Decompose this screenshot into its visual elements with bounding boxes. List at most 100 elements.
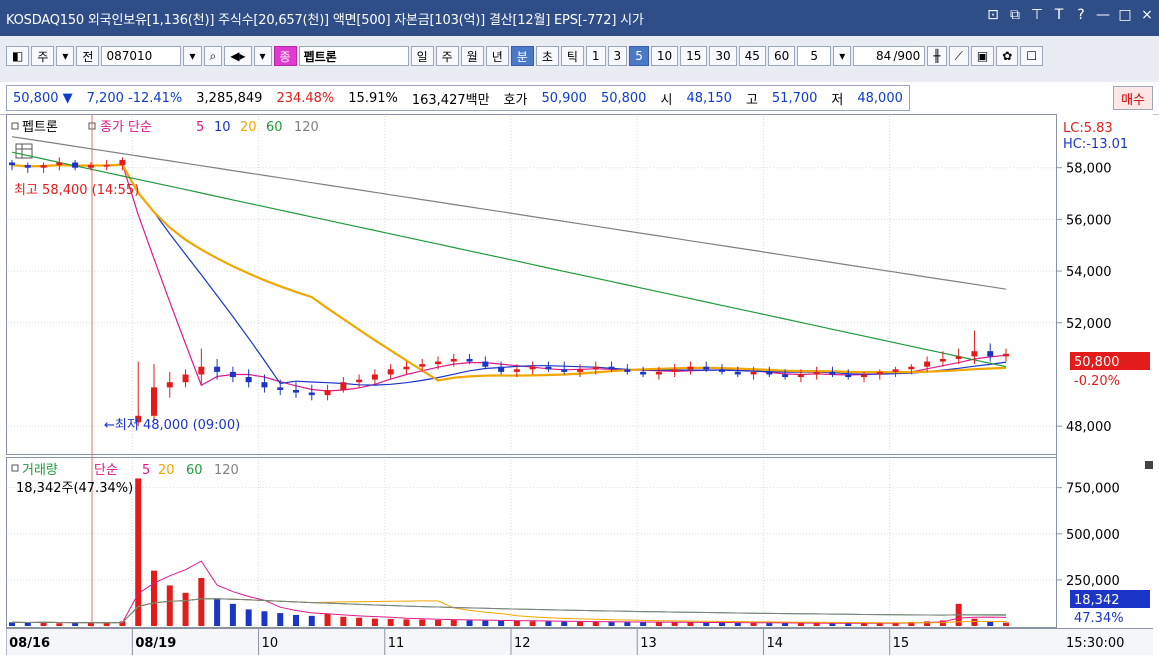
candle-icon[interactable]: ╫: [927, 46, 947, 66]
window-controls: ⊡ ⧉ ⊤ T ? — □ ×: [985, 7, 1155, 23]
help-icon[interactable]: ?: [1073, 7, 1089, 23]
volume-bar: [687, 622, 694, 626]
candle-body: [229, 371, 236, 378]
x-tick-label: 12: [514, 636, 531, 651]
period-week[interactable]: 주: [435, 46, 459, 66]
quote-bar: 50,800 ▼ 7,200 -12.41% 3,285,849 234.48%…: [0, 82, 1159, 115]
pin-icon[interactable]: ⊤: [1029, 7, 1045, 23]
minute-5[interactable]: 5: [629, 46, 649, 66]
text-icon[interactable]: T: [1051, 7, 1067, 23]
y-tick-label: 56,000: [1066, 213, 1112, 228]
period-tick[interactable]: 틱: [560, 46, 584, 66]
volume-bar: [482, 620, 489, 626]
candle-body: [640, 371, 647, 375]
candle-body: [561, 369, 568, 372]
candle-body: [782, 374, 789, 378]
candle-body: [214, 366, 221, 372]
period-minute[interactable]: 분: [510, 46, 534, 66]
volume-bar: [435, 619, 441, 626]
volume-bar: [545, 621, 552, 626]
volume-bar: [750, 622, 757, 626]
period-month[interactable]: 월: [460, 46, 484, 66]
maximize-icon[interactable]: □: [1117, 7, 1133, 23]
count-field[interactable]: 84/900: [853, 46, 926, 66]
stock-name-field[interactable]: 펩트론: [298, 46, 409, 66]
candle-body: [466, 358, 473, 362]
volume-tick-label: 500,000: [1066, 528, 1120, 543]
chart-area[interactable]: 펩트론 종가 단순 5 10 20 60 120 최고 58,400 (14:5…: [5, 114, 1153, 655]
volume-bar: [182, 592, 189, 626]
minute-1[interactable]: 1: [585, 46, 606, 66]
stock-code-input[interactable]: 087010: [101, 46, 182, 66]
speaker-icon[interactable]: ◀▸: [224, 46, 252, 66]
candle-body: [924, 361, 931, 367]
volume-bar: [608, 621, 615, 626]
last-price-label: 50,800: [1074, 355, 1120, 370]
price-panel-name: 펩트론: [22, 120, 58, 135]
volume-bar: [513, 621, 520, 626]
chevron-down-icon[interactable]: ▾: [56, 46, 75, 66]
minute-3[interactable]: 3: [607, 46, 628, 66]
volume-bar: [671, 622, 678, 626]
volume-bar: [151, 570, 157, 626]
mode-jusik-button[interactable]: 주: [31, 46, 55, 66]
candle-body: [498, 366, 505, 372]
checkbox[interactable]: ☐: [1020, 46, 1044, 66]
buy-button[interactable]: 매수: [1113, 86, 1153, 110]
price-ma-20-label: 20: [240, 120, 257, 135]
last-volume-label: 18,342: [1074, 593, 1120, 608]
last-volume-pct: 47.34%: [1074, 611, 1124, 626]
x-tick-label: 15: [893, 636, 910, 651]
y-tick-label: 48,000: [1066, 420, 1112, 435]
minute-45[interactable]: 45: [738, 46, 766, 66]
minute-30[interactable]: 30: [709, 46, 737, 66]
minute-15[interactable]: 15: [680, 46, 708, 66]
last-price-pct: -0.20%: [1074, 374, 1120, 389]
candle-body: [624, 369, 631, 372]
candle-body: [955, 356, 962, 359]
volume-bar: [498, 620, 505, 626]
save-icon[interactable]: ▣: [970, 46, 995, 66]
volume-bar: [277, 613, 284, 626]
candle-body: [435, 361, 441, 365]
price-ma-120-label: 120: [294, 120, 319, 135]
minute-10[interactable]: 10: [650, 46, 679, 66]
layout-icon[interactable]: ◧: [6, 46, 30, 66]
candle-body: [198, 366, 205, 375]
candle-body: [277, 387, 284, 390]
volume-tick-label: 250,000: [1066, 574, 1120, 589]
candle-body: [734, 371, 741, 375]
volume-bar: [324, 614, 331, 626]
x-tick-label: 14: [766, 636, 783, 651]
volume-panel-name: 거래량: [22, 463, 58, 478]
title-bar: KOSDAQ150 외국인보유[1,136(천)] 주식수[20,657(천)]…: [0, 0, 1159, 36]
candle-body: [529, 366, 536, 370]
panel-close-icon[interactable]: [1145, 461, 1153, 469]
period-dropdown-icon[interactable]: ▾: [833, 46, 852, 66]
code-dropdown-icon[interactable]: ▾: [183, 46, 202, 66]
speaker-dropdown-icon[interactable]: ▾: [253, 46, 272, 66]
popup-icon[interactable]: ⧉: [1007, 7, 1023, 23]
minimize-icon[interactable]: —: [1095, 7, 1111, 23]
period-year[interactable]: 년: [485, 46, 509, 66]
search-icon[interactable]: ⌕: [203, 46, 223, 66]
high-label: 고: [745, 92, 758, 108]
period-select[interactable]: 5: [797, 46, 832, 66]
candle-body: [482, 361, 489, 367]
close-icon[interactable]: ×: [1139, 7, 1155, 23]
candle-body: [655, 371, 662, 375]
price-volume-chart[interactable]: 펩트론 종가 단순 5 10 20 60 120 최고 58,400 (14:5…: [5, 114, 1153, 655]
price-ma-10-label: 10: [214, 120, 231, 135]
minute-60[interactable]: 60: [767, 46, 796, 66]
candle-body: [450, 358, 457, 362]
restore-icon[interactable]: ⊡: [985, 7, 1001, 23]
mode-jeon-button[interactable]: 전: [76, 46, 100, 66]
volume-bar: [387, 618, 394, 626]
x-tick-label: 11: [388, 636, 405, 651]
low-annotation: ←최저 48,000 (09:00): [104, 418, 240, 433]
period-second[interactable]: 초: [535, 46, 559, 66]
period-day[interactable]: 일: [410, 46, 434, 66]
volume-bar: [24, 622, 31, 626]
drawing-icon[interactable]: ⟋: [948, 46, 969, 66]
gear-icon[interactable]: ✿: [996, 46, 1019, 66]
